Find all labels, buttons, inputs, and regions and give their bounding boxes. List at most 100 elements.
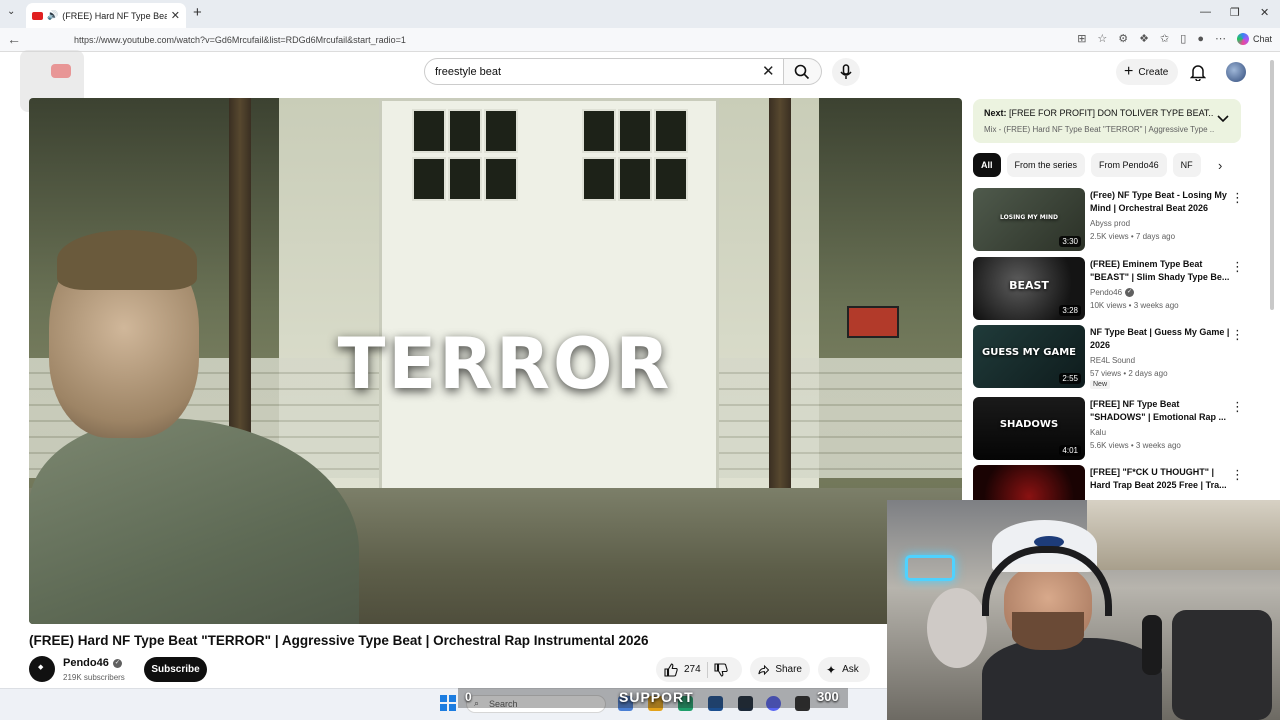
chevron-right-icon[interactable]: ›: [1218, 158, 1222, 173]
thumbs-down-icon[interactable]: [714, 662, 728, 677]
up-next-title: [FREE FOR PROFIT] DON TOLIVER TYPE BEAT.…: [1009, 108, 1214, 118]
favorites-icon[interactable]: ✩: [1160, 32, 1169, 45]
video-title: (FREE) Hard NF Type Beat "TERROR" | Aggr…: [29, 633, 649, 648]
chip-all[interactable]: All: [973, 153, 1001, 177]
create-button[interactable]: + Create: [1116, 59, 1178, 85]
tab-list-chevron-icon[interactable]: ⌄: [7, 6, 15, 17]
profile-icon[interactable]: ●: [1197, 33, 1204, 45]
recommendation-item[interactable]: GUESS MY GAME 2:55 NF Type Beat | Guess …: [973, 325, 1263, 389]
channel-label: Pendo46: [1090, 288, 1123, 297]
bell-icon[interactable]: [1190, 63, 1206, 81]
verified-icon: ✓: [1125, 288, 1135, 297]
recommendation-item[interactable]: BEAST 3:28 (FREE) Eminem Type Beat "BEAS…: [973, 257, 1263, 321]
chip-from-pendo46[interactable]: From Pendo46: [1091, 153, 1167, 177]
voice-search-button[interactable]: [832, 58, 860, 86]
search-query: freestyle beat: [435, 65, 502, 78]
split-screen-icon[interactable]: ⊞: [1077, 32, 1086, 45]
recommendation-title[interactable]: (FREE) Eminem Type Beat "BEAST" | Slim S…: [1090, 258, 1230, 284]
window-close-icon[interactable]: ✕: [1260, 6, 1269, 19]
chevron-down-icon[interactable]: [1217, 115, 1229, 123]
filter-chip-row: All From the series From Pendo46 NF: [973, 153, 1201, 177]
thumbnail-text: GUESS MY GAME: [982, 347, 1076, 358]
youtube-favicon-icon: [32, 11, 43, 20]
back-arrow-icon[interactable]: ←: [7, 31, 21, 47]
video-thumbnail[interactable]: BEAST 3:28: [973, 257, 1085, 320]
more-vert-icon[interactable]: ⋮: [1231, 328, 1244, 341]
like-count[interactable]: 274: [684, 664, 701, 675]
more-vert-icon[interactable]: ⋮: [1231, 260, 1244, 273]
goal-current: 0: [465, 690, 472, 704]
video-thumbnail[interactable]: GUESS MY GAME 2:55: [973, 325, 1085, 388]
door-pane: [654, 109, 688, 153]
recommendation-item[interactable]: LOSING MY MIND 3:30 (Free) NF Type Beat …: [973, 188, 1263, 252]
recommendation-title[interactable]: NF Type Beat | Guess My Game | 2026: [1090, 326, 1230, 352]
microphone: [1142, 615, 1162, 675]
favorite-star-icon[interactable]: ☆: [1097, 32, 1107, 45]
share-button[interactable]: Share: [750, 657, 810, 682]
search-input[interactable]: freestyle beat: [424, 58, 784, 85]
recommendation-meta: 10K views • 3 weeks ago: [1090, 301, 1179, 310]
person-beard: [1012, 612, 1084, 650]
channel-avatar[interactable]: ◆: [29, 656, 55, 682]
recommendation-title[interactable]: [FREE] NF Type Beat "SHADOWS" | Emotiona…: [1090, 398, 1230, 424]
more-menu-icon[interactable]: ⋯: [1215, 32, 1226, 45]
new-tab-icon[interactable]: +: [193, 4, 202, 21]
recommendation-title[interactable]: (Free) NF Type Beat - Losing My Mind | O…: [1090, 189, 1230, 215]
page-scrollbar[interactable]: [1270, 60, 1274, 310]
more-vert-icon[interactable]: ⋮: [1231, 468, 1244, 481]
windows-start-icon[interactable]: [440, 695, 456, 711]
clear-search-icon[interactable]: ✕: [762, 62, 775, 80]
video-thumbnail[interactable]: [973, 465, 1085, 500]
door-pane: [582, 157, 616, 201]
webcam-overlay: [887, 500, 1280, 720]
url-field[interactable]: https://www.youtube.com/watch?v=Gd6Mrcuf…: [74, 35, 406, 45]
webcam-neon-sign: [905, 555, 955, 581]
more-vert-icon[interactable]: ⋮: [1231, 191, 1244, 204]
chip-from-series[interactable]: From the series: [1006, 153, 1086, 177]
browser-toolbar: ⊞ ☆ ⚙ ❖ ✩ ▯ ● ⋯ Chat: [1077, 32, 1272, 45]
recommendation-title[interactable]: [FREE] "F*CK U THOUGHT" | Hard Trap Beat…: [1090, 466, 1230, 492]
door-pane: [618, 109, 652, 153]
recommendation-item[interactable]: [FREE] "F*CK U THOUGHT" | Hard Trap Beat…: [973, 465, 1263, 500]
browser-tab-active[interactable]: 🔊 (FREE) Hard NF Type Beat "TE ✕: [26, 3, 186, 28]
video-overlay-text: TERROR: [337, 323, 673, 405]
video-thumbnail[interactable]: SHADOWS 4:01: [973, 397, 1085, 460]
tab-title: (FREE) Hard NF Type Beat "TE: [62, 10, 167, 21]
sparkle-icon: ✦: [826, 662, 837, 677]
ask-button[interactable]: ✦ Ask: [818, 657, 870, 682]
screen: ⌄ 🔊 (FREE) Hard NF Type Beat "TE ✕ + — ❐…: [0, 0, 1280, 720]
door-pane: [582, 109, 616, 153]
porch-post: [769, 98, 791, 518]
thumbnail-text: SHADOWS: [999, 419, 1059, 430]
video-frame-door: [379, 98, 719, 508]
subscribe-button[interactable]: Subscribe: [144, 657, 207, 682]
thumbs-up-icon[interactable]: [664, 662, 678, 677]
video-frame-person: [29, 230, 359, 624]
more-vert-icon[interactable]: ⋮: [1231, 400, 1244, 413]
ask-label: Ask: [842, 664, 859, 675]
collections-icon[interactable]: ❖: [1139, 32, 1149, 45]
copilot-chat-button[interactable]: Chat: [1236, 32, 1272, 45]
video-thumbnail[interactable]: LOSING MY MIND 3:30: [973, 188, 1085, 251]
channel-name-row[interactable]: Pendo46 ✓: [63, 657, 122, 669]
minimize-icon[interactable]: —: [1200, 6, 1211, 18]
search-button[interactable]: [784, 58, 822, 85]
door-pane: [412, 109, 446, 153]
extensions-icon[interactable]: ⚙: [1118, 32, 1128, 45]
speaker-icon[interactable]: 🔊: [47, 10, 58, 21]
up-next-card[interactable]: Next: [FREE FOR PROFIT] DON TOLIVER TYPE…: [973, 99, 1241, 143]
sidebar-icon[interactable]: ▯: [1180, 32, 1186, 45]
restore-icon[interactable]: ❐: [1230, 6, 1240, 19]
chip-nf[interactable]: NF: [1172, 153, 1201, 177]
door-pane: [412, 157, 446, 201]
verified-icon: ✓: [112, 658, 122, 668]
account-avatar[interactable]: [1226, 62, 1246, 82]
tab-close-icon[interactable]: ✕: [171, 9, 180, 22]
search-icon: [794, 64, 810, 80]
video-player[interactable]: TERROR: [29, 98, 962, 624]
youtube-logo-icon[interactable]: [51, 64, 71, 78]
create-label: Create: [1138, 66, 1169, 78]
channel-avatar-glyph: ◆: [38, 664, 44, 671]
recommendation-item[interactable]: SHADOWS 4:01 [FREE] NF Type Beat "SHADOW…: [973, 397, 1263, 461]
webcam-person: [982, 520, 1162, 720]
